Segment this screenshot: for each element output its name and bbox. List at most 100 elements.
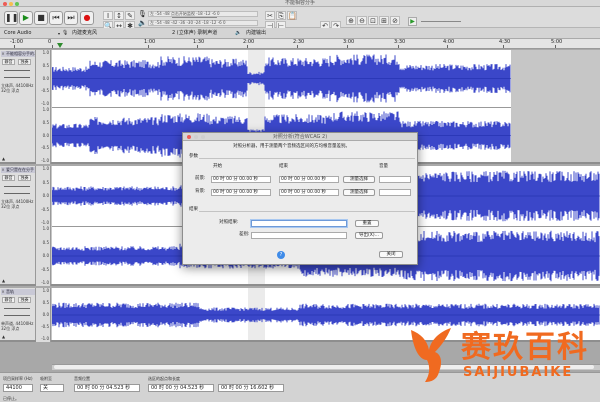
vertical-scale[interactable]: 1.0 0.5 0.0 -0.5 -1.0 [36, 226, 51, 286]
foreground-label: 前景: [195, 176, 206, 181]
window-title: 不能相容分手 [284, 0, 315, 6]
dialog-zoom-dot[interactable] [201, 135, 205, 139]
solo-button[interactable]: 独奏 [18, 297, 31, 303]
close-button[interactable]: 关闭 [379, 251, 403, 258]
fit-selection-icon[interactable]: ⊡ [368, 16, 378, 25]
track-control-panel: 爱只是在在分手 × 静音 独奏 立体声, 44100Hz 32位 浮点 ▲ [0, 166, 36, 284]
audio-host-select[interactable]: Core Audio ▾ [4, 29, 60, 38]
playback-device-select[interactable]: 内建输出 [246, 29, 316, 38]
gain-slider[interactable] [4, 308, 30, 309]
close-icon[interactable]: × [1, 51, 5, 57]
collapse-icon[interactable]: ▲ [2, 334, 5, 339]
recording-volume-slider[interactable] [172, 17, 217, 18]
close-icon[interactable]: × [1, 289, 5, 295]
mic-icon: 🎙 [138, 10, 147, 18]
traffic-light-minimize[interactable] [9, 1, 13, 6]
solo-button[interactable]: 独奏 [18, 59, 31, 65]
project-rate-select[interactable]: 44100 [3, 384, 33, 392]
device-toolbar: Core Audio ▾ 🎙 内建麦克风 2 (立体声) 录制声道 🔈 内建输出 [0, 28, 600, 39]
play-at-speed-button[interactable]: ▶ [408, 17, 417, 26]
recording-device-select[interactable]: 内建麦克风 [72, 29, 160, 38]
track-control-panel: 音轨 × 静音 独奏 单声道, 44100Hz 32位 浮点 ▲ [0, 288, 36, 340]
ruler-tick-mark [398, 45, 399, 48]
divider [199, 158, 415, 159]
stop-button[interactable]: ■ [34, 11, 48, 25]
background-end-field[interactable]: 00 时 00 分 00.00 秒 [279, 189, 339, 196]
audio-position-field[interactable]: 00 时 00 分 04.523 秒 [74, 384, 140, 392]
cut-icon[interactable]: ✂ [265, 11, 275, 20]
track-name-menu[interactable]: 爱只是在在分手 [1, 167, 35, 173]
vertical-scale[interactable]: 1.0 0.5 0.0 -0.5 -1.0 [36, 166, 51, 226]
skip-end-button[interactable]: ⏭ [64, 11, 78, 25]
ruler-tick-label: 1:00 [144, 39, 156, 45]
play-button[interactable]: ▶ [19, 11, 33, 25]
dialog-minimize-dot[interactable] [194, 135, 198, 139]
snap-to-select[interactable]: 关 [40, 384, 64, 392]
reset-button[interactable]: 重置 [355, 220, 379, 227]
mute-button[interactable]: 静音 [2, 59, 15, 65]
scale-label: 1.0 [42, 107, 49, 112]
ruler-tick-label: 3:30 [394, 39, 406, 45]
mute-button[interactable]: 静音 [2, 297, 15, 303]
vertical-scale[interactable]: 1.0 0.5 0.0 -0.5 -1.0 [36, 107, 51, 164]
scale-label: -1.0 [41, 336, 49, 341]
scale-label: 1.0 [42, 50, 49, 55]
dialog-close-dot[interactable] [187, 135, 191, 139]
measure-background-button[interactable]: 测量选择 [343, 189, 375, 196]
contrast-result-label: 对照结果: [219, 220, 239, 225]
collapse-icon[interactable]: ▲ [2, 156, 5, 161]
zoom-in-icon[interactable]: ⊕ [346, 16, 356, 25]
copy-icon[interactable]: ⎘ [276, 11, 286, 20]
scale-label: 1.0 [42, 288, 49, 293]
pause-button[interactable]: ❚❚ [4, 11, 18, 25]
dialog-title: 对照分析(符合WCAG 2) [272, 134, 328, 140]
measure-foreground-button[interactable]: 测量选择 [343, 176, 375, 183]
playhead-marker-icon[interactable] [57, 43, 63, 48]
scale-label: 0.5 [42, 119, 49, 125]
selection-start-field[interactable]: 00 时 00 分 04.523 秒 [148, 384, 214, 392]
vertical-scale[interactable]: 1.0 0.5 0.0 -0.5 -1.0 [36, 50, 51, 107]
foreground-end-field[interactable]: 00 时 00 分 00.00 秒 [279, 176, 339, 183]
selection-tool-icon[interactable]: I [103, 11, 113, 20]
paste-icon[interactable]: 📋 [287, 11, 297, 20]
track-name-menu[interactable]: 音轨 [1, 289, 35, 295]
traffic-light-close[interactable] [3, 1, 7, 6]
mute-button[interactable]: 静音 [2, 175, 15, 181]
collapse-icon[interactable]: ▲ [2, 278, 5, 283]
fit-project-icon[interactable]: ⊞ [379, 16, 389, 25]
params-heading: 参数 [189, 154, 198, 159]
timeline-ruler[interactable]: -1:00 0 1:00 1:30 2:00 2:30 3:00 3:30 4:00 4:30 5:… [0, 39, 600, 49]
main-toolbar: ❚❚ ▶ ■ ⏮ ⏭ ● I ↕ ✎ 🔍 ↔ ✱ 🎙 左 -54 -48 点击开始监视 -… [0, 7, 600, 30]
envelope-tool-icon[interactable]: ↕ [114, 11, 124, 20]
traffic-light-zoom[interactable] [15, 1, 19, 6]
difference-label: 差别: [239, 232, 250, 237]
ruler-tick-mark [503, 45, 504, 48]
pan-slider[interactable] [4, 315, 30, 316]
zoom-out-icon[interactable]: ⊖ [357, 16, 367, 25]
gain-slider[interactable] [4, 186, 30, 187]
export-button[interactable]: 导出(X)... [355, 232, 383, 239]
draw-tool-icon[interactable]: ✎ [125, 11, 135, 20]
recording-channels-select[interactable]: 2 (立体声) 录制声道 [172, 29, 232, 38]
selection-end-field[interactable]: 00 时 00 分 16.602 秒 [218, 384, 284, 392]
dialog-titlebar: 对照分析(符合WCAG 2) [183, 133, 417, 141]
ruler-tick-mark [555, 45, 556, 48]
play-speed-slider[interactable] [421, 21, 461, 22]
scale-label: 1.0 [42, 166, 49, 171]
pan-slider[interactable] [4, 193, 30, 194]
track-name-menu[interactable]: 不能相容分手的... [1, 51, 35, 57]
solo-button[interactable]: 独奏 [18, 175, 31, 181]
background-start-field[interactable]: 00 时 00 分 00.00 秒 [211, 189, 271, 196]
ruler-tick-mark [52, 45, 53, 48]
scale-label: 0.0 [42, 132, 49, 138]
record-button[interactable]: ● [80, 11, 94, 25]
ruler-tick-mark [197, 45, 198, 48]
gain-slider[interactable] [4, 70, 30, 71]
vertical-scale[interactable]: 1.0 0.5 0.0 -0.5 -1.0 [36, 288, 51, 342]
zoom-toggle-icon[interactable]: ⊘ [390, 16, 400, 25]
pan-slider[interactable] [4, 77, 30, 78]
foreground-start-field[interactable]: 00 时 00 分 00.00 秒 [211, 176, 271, 183]
close-icon[interactable]: × [1, 167, 5, 173]
skip-start-button[interactable]: ⏮ [49, 11, 63, 25]
help-icon[interactable]: ? [277, 251, 285, 259]
